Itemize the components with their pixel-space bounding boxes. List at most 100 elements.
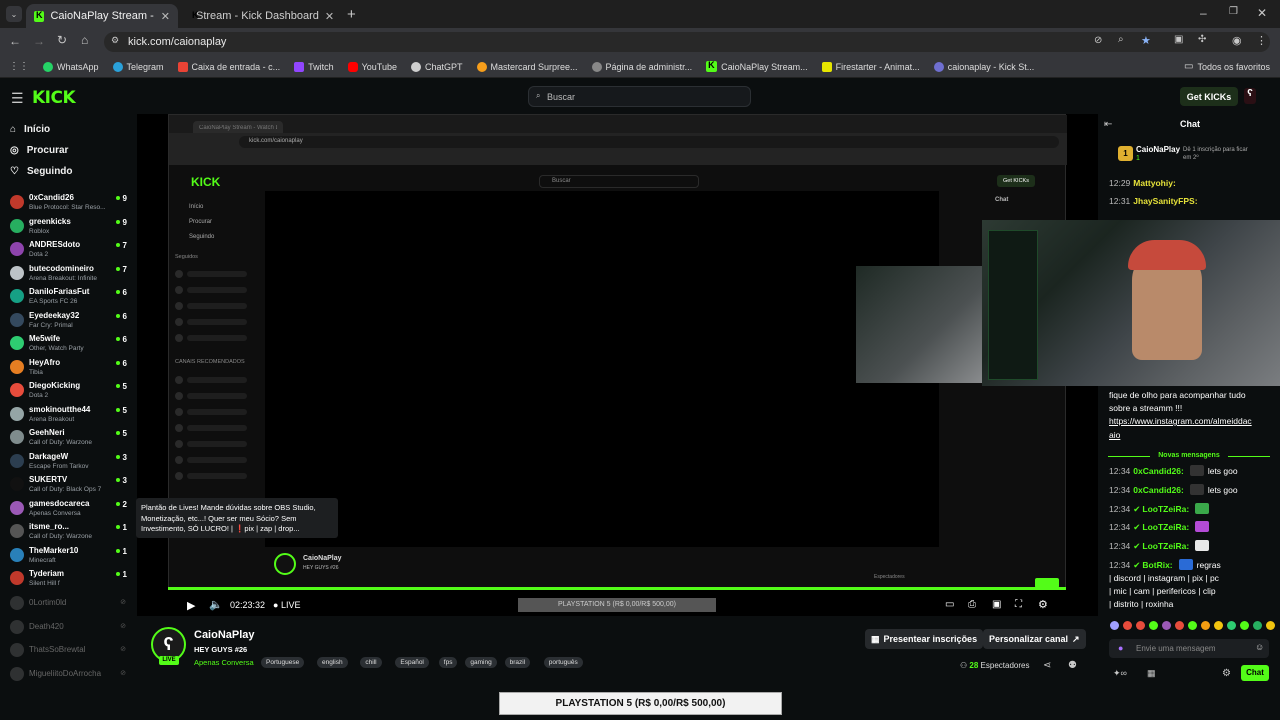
sidebar-channel[interactable]: Me5wife Other, Watch Party 6 (8, 333, 130, 355)
emote-icon[interactable] (1240, 621, 1249, 630)
bookmark-whatsapp[interactable]: WhatsApp (43, 61, 99, 72)
maximize-icon[interactable]: ❐ (1229, 6, 1238, 17)
chat-link[interactable]: aio (1109, 430, 1120, 440)
extension-icon[interactable]: ▣ (1174, 34, 1183, 45)
emote-icon[interactable] (1214, 621, 1223, 630)
emote-icon[interactable] (1123, 621, 1132, 630)
user-avatar[interactable]: ʕ (1244, 88, 1256, 104)
send-chat-button[interactable]: Chat (1241, 665, 1269, 681)
emote-icon[interactable] (1162, 621, 1171, 630)
window-close-icon[interactable]: ✕ (1257, 6, 1267, 20)
emote-icon[interactable] (1266, 621, 1275, 630)
zoom-icon[interactable]: ⌕ (1118, 34, 1124, 45)
menu-dots-icon[interactable]: ⋮ (1256, 34, 1267, 47)
chat-username[interactable]: BotRix: (1142, 560, 1172, 570)
calendar-icon[interactable]: ▦ (1147, 668, 1156, 679)
emote-icon[interactable] (1188, 621, 1197, 630)
tab-search-icon[interactable]: ⌄ (6, 6, 22, 22)
back-icon[interactable]: ← (9, 34, 21, 48)
emote-icon[interactable] (1149, 621, 1158, 630)
sidebar-channel[interactable]: itsme_ro... Call of Duty: Warzone 1 (8, 521, 130, 543)
bookmark-mastercard[interactable]: Mastercard Surpree... (476, 61, 578, 72)
bookmark-admin[interactable]: Página de administr... (591, 61, 692, 72)
stream-tag[interactable]: gaming (465, 657, 497, 668)
clip-icon[interactable]: ⎙ (968, 599, 976, 610)
share-icon[interactable]: ⋖ (1043, 660, 1051, 671)
close-icon[interactable]: ✕ (161, 10, 170, 23)
sidebar-channel[interactable]: butecodomineiro Arena Breakout: Infinite 7 (8, 263, 130, 285)
eye-off-icon[interactable]: ⊘ (1094, 35, 1102, 46)
stream-category[interactable]: Apenas Conversa (194, 658, 254, 667)
sidebar-channel-offline[interactable]: ThatsSoBrewtal ⊘ (8, 640, 130, 662)
chat-username[interactable]: 0xCandid26: (1133, 485, 1184, 495)
sidebar-channel-offline[interactable]: MigueliitoDoArrocha ⊘ (8, 664, 130, 686)
sidebar-channel[interactable]: TheMarker10 Minecraft 1 (8, 545, 130, 567)
sidebar-channel[interactable]: Eyedeekay32 Far Cry: Primal 6 (8, 310, 130, 332)
stream-tag[interactable]: english (317, 657, 348, 668)
sidebar-channel-offline[interactable]: 0Lortim0ld ⊘ (8, 593, 130, 615)
puzzle-icon[interactable]: ✣ (1198, 34, 1206, 45)
get-kicks-button[interactable]: Get KICKs (1180, 87, 1238, 106)
stream-tag[interactable]: Portuguese (261, 657, 305, 668)
kicks-icon[interactable]: ✦∞ (1113, 668, 1127, 679)
tab-caionaplay[interactable]: CaioNaPlay Stream - Watch Live ✕ (26, 4, 178, 28)
sidebar-channel[interactable]: gamesdocareca Apenas Conversa 2 (8, 498, 130, 520)
sidebar-channel[interactable]: ANDRESdoto Dota 2 7 (8, 239, 130, 261)
sidebar-channel[interactable]: SUKERTV Call of Duty: Black Ops 7 3 (8, 474, 130, 496)
top-gifter-name[interactable]: CaioNaPlay (1136, 145, 1180, 154)
nav-procurar[interactable]: ◎ Procurar (10, 145, 68, 156)
star-icon[interactable]: ★ (1141, 34, 1151, 47)
volume-icon[interactable]: 🔈 (209, 598, 223, 611)
pip-icon[interactable]: ▣ (992, 599, 1001, 610)
chat-username[interactable]: LooTZeiRa: (1142, 541, 1189, 551)
close-icon[interactable]: ✕ (325, 10, 334, 23)
gift-sub-prompt[interactable]: Dê 1 inscrição para ficar em 2º (1183, 146, 1255, 162)
reload-icon[interactable]: ↻ (57, 33, 67, 47)
emote-icon[interactable] (1253, 621, 1262, 630)
stream-tag[interactable]: Español (395, 657, 429, 668)
chat-username[interactable]: LooTZeiRa: (1142, 504, 1189, 514)
bookmark-youtube[interactable]: YouTube (347, 61, 397, 72)
apps-icon[interactable]: ⋮⋮ (9, 61, 29, 72)
bookmark-gmail[interactable]: Caixa de entrada - c... (177, 61, 280, 72)
sidebar-channel[interactable]: Tyderiam Silent Hill f 1 (8, 568, 130, 590)
chat-link[interactable]: https://www.instagram.com/almeiddac (1109, 416, 1252, 426)
bookmark-telegram[interactable]: Telegram (112, 61, 164, 72)
streamer-name[interactable]: CaioNaPlay (194, 629, 255, 641)
home-icon[interactable]: ⌂ (81, 33, 88, 47)
sidebar-channel-offline[interactable]: Death420 ⊘ (8, 617, 130, 639)
forward-icon[interactable]: → (33, 34, 45, 48)
stream-tag[interactable]: português (543, 657, 583, 668)
follow-user-icon[interactable]: ⚉ (1068, 660, 1077, 671)
chat-username[interactable]: Mattyohiy: (1133, 178, 1176, 188)
bookmark-kick-studio[interactable]: caionaplay - Kick St... (933, 61, 1034, 72)
tab-dashboard[interactable]: Stream - Kick Dashboard ✕ (182, 4, 342, 28)
search-input[interactable]: ⌕ Buscar (528, 86, 751, 107)
bookmark-twitch[interactable]: Twitch (294, 61, 334, 72)
stream-tag[interactable]: fps (438, 657, 458, 668)
settings-gear-icon[interactable]: ⚙ (1038, 598, 1048, 611)
stream-tag[interactable]: chill (360, 657, 382, 668)
bookmark-firestarter[interactable]: Firestarter - Animat... (821, 61, 920, 72)
nav-seguindo[interactable]: ♡ Seguindo (10, 166, 73, 177)
bookmark-caionaplay[interactable]: CaioNaPlay Stream... (706, 60, 808, 72)
all-bookmarks[interactable]: ▭ Todos os favoritos (1184, 61, 1270, 72)
sidebar-channel[interactable]: smokinoutthe44 Arena Breakout 5 (8, 404, 130, 426)
sidebar-channel[interactable]: DarkageW Escape From Tarkov 3 (8, 451, 130, 473)
customize-channel-button[interactable]: Personalizar canal ↗ (983, 629, 1086, 649)
emote-icon[interactable] (1110, 621, 1119, 630)
sidebar-channel[interactable]: HeyAfro Tibia 6 (8, 357, 130, 379)
gift-subs-button[interactable]: ▦ Presentear inscrições (865, 629, 984, 649)
fullscreen-icon[interactable]: ⛶ (1015, 599, 1022, 610)
emoji-icon[interactable]: ☺ (1255, 642, 1264, 652)
nav-inicio[interactable]: ⌂ Início (10, 124, 50, 135)
chat-settings-icon[interactable]: ⚙ (1222, 668, 1231, 679)
sidebar-channel[interactable]: greenkicks Roblox 9 (8, 216, 130, 238)
profile-icon[interactable]: ◉ (1232, 34, 1242, 47)
new-tab-icon[interactable]: + (347, 6, 356, 23)
sidebar-channel[interactable]: 0xCandid26 Blue Protocol: Star Reso... 9 (8, 192, 130, 214)
emote-icon[interactable] (1136, 621, 1145, 630)
sidebar-channel[interactable]: DaniloFariasFut EA Sports FC 26 6 (8, 286, 130, 308)
kick-logo[interactable]: KICK (32, 88, 76, 108)
emote-icon[interactable] (1175, 621, 1184, 630)
